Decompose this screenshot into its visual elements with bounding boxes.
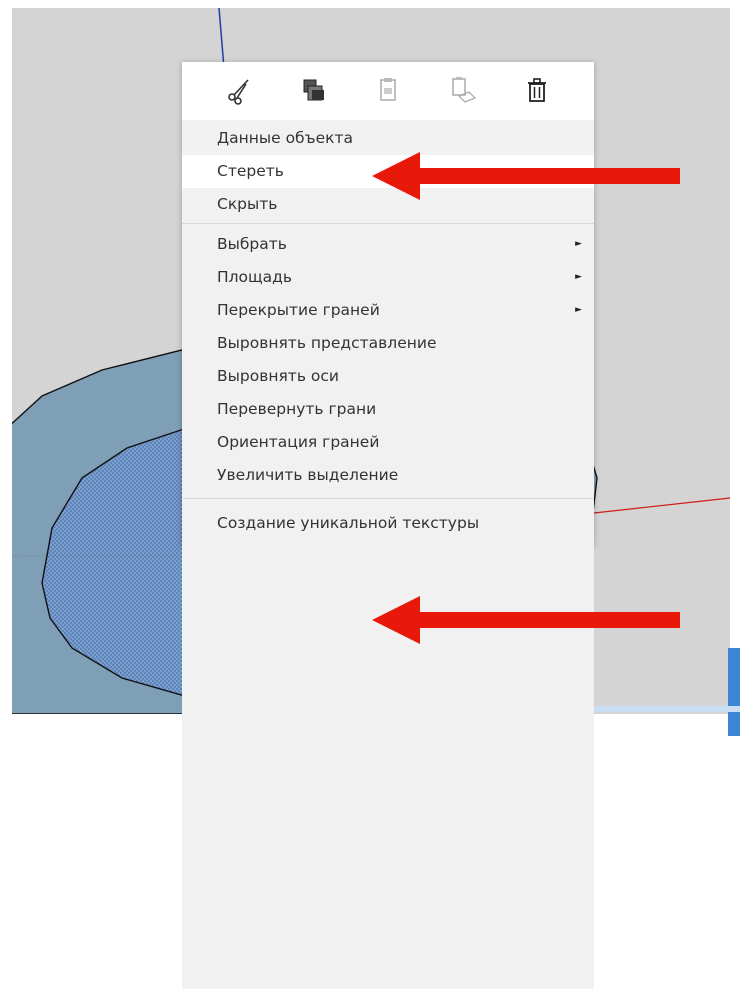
submenu-arrow-icon: ► [575,305,582,315]
annotation-arrow-face [372,596,680,644]
menu-item-zoom-selection[interactable]: Увеличить выделение [182,459,594,492]
menu-item-select[interactable]: Выбрать ► [182,228,594,261]
paste-in-place-icon[interactable] [442,71,482,111]
menu-group-texture: Создание уникальной текстуры [182,499,594,989]
menu-item-label: Площадь [217,268,292,286]
annotation-arrow-erase [372,152,680,200]
submenu-arrow-icon: ► [575,239,582,249]
cut-icon[interactable] [219,71,259,111]
menu-group-actions: Выбрать ► Площадь ► Перекрытие граней ► … [182,224,594,498]
copy-icon[interactable] [294,71,334,111]
corner-accent [728,648,740,736]
delete-icon[interactable] [517,71,557,111]
menu-item-align-view[interactable]: Выровнять представление [182,327,594,360]
paste-icon[interactable] [368,71,408,111]
menu-item-reverse-faces[interactable]: Перевернуть грани [182,393,594,426]
red-axis-line [593,497,730,514]
menu-item-intersect-faces[interactable]: Перекрытие граней ► [182,294,594,327]
context-toolbar [182,62,594,120]
menu-item-orient-faces[interactable]: Ориентация граней [182,426,594,459]
blue-axis-line [218,8,225,69]
submenu-arrow-icon: ► [575,272,582,282]
menu-item-label: Перекрытие граней [217,301,380,319]
menu-item-area[interactable]: Площадь ► [182,261,594,294]
menu-item-align-axes[interactable]: Выровнять оси [182,360,594,393]
menu-item-make-unique-texture[interactable]: Создание уникальной текстуры [182,505,594,541]
context-menu: Данные объекта Стереть Скрыть Выбрать ► … [182,62,594,989]
menu-item-label: Выбрать [217,235,287,253]
